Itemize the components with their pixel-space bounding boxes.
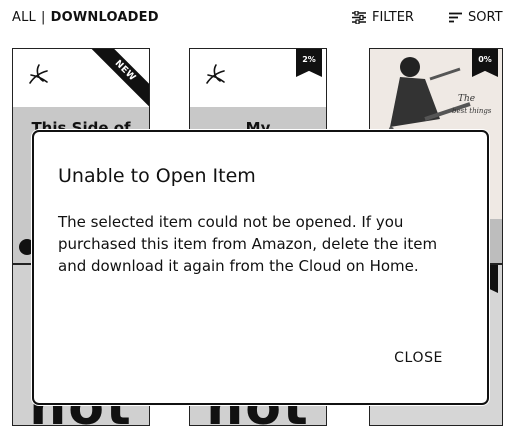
filter-button[interactable]: FILTER bbox=[352, 10, 414, 25]
pdf-icon bbox=[29, 64, 48, 84]
sort-button[interactable]: SORT bbox=[449, 10, 503, 25]
sliders-icon bbox=[352, 11, 366, 24]
filter-label: FILTER bbox=[372, 10, 414, 25]
sort-label: SORT bbox=[468, 10, 503, 25]
pdf-icon bbox=[206, 64, 225, 84]
error-dialog: Unable to Open Item The selected item co… bbox=[32, 130, 489, 405]
svg-text:The: The bbox=[458, 94, 475, 104]
tab-all[interactable]: ALL bbox=[12, 10, 36, 25]
dialog-title: Unable to Open Item bbox=[58, 165, 256, 187]
dialog-message: The selected item could not be opened. I… bbox=[58, 213, 438, 275]
close-button[interactable]: CLOSE bbox=[394, 350, 443, 366]
sort-lines-icon bbox=[449, 12, 462, 23]
tab-separator: | bbox=[40, 10, 46, 25]
library-toolbar: ALL | DOWNLOADED FILTER SORT bbox=[0, 0, 507, 36]
tab-downloaded[interactable]: DOWNLOADED bbox=[51, 10, 159, 25]
library-filter-tabs: ALL | DOWNLOADED bbox=[12, 10, 159, 25]
svg-text:best things: best things bbox=[452, 107, 492, 115]
